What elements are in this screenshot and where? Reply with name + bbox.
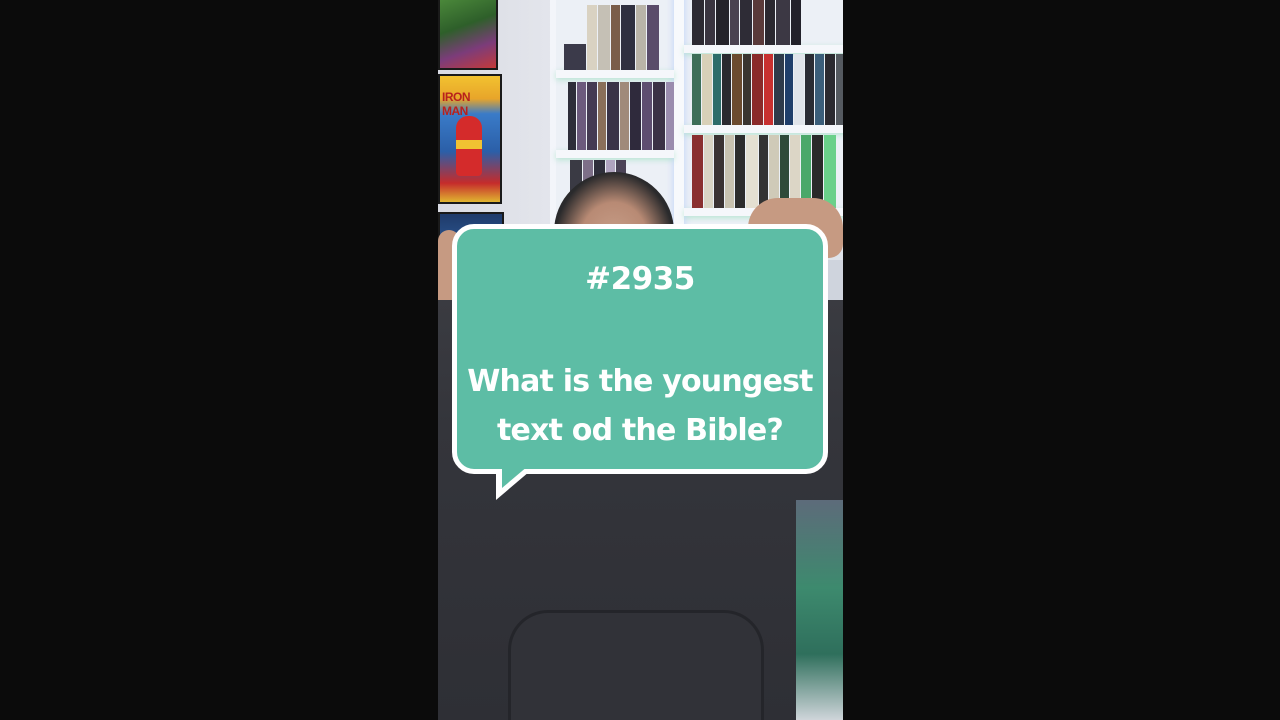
- poster-title: IRON MAN: [442, 90, 471, 118]
- shelf-board: [556, 70, 674, 78]
- shelf-board: [684, 125, 843, 133]
- book-row: [692, 135, 837, 208]
- poster-figure: [456, 116, 482, 176]
- question-line: What is the youngest: [467, 364, 813, 399]
- letterbox-left: [0, 0, 438, 720]
- hoodie-pocket: [508, 610, 764, 720]
- shelf-divider: [674, 0, 684, 240]
- book-row: [692, 54, 843, 125]
- background-clutter: [796, 500, 843, 720]
- book-row: [564, 5, 660, 70]
- question-text: What is the youngest text od the Bible?: [467, 357, 813, 455]
- book-row: [692, 0, 802, 45]
- question-line: text od the Bible?: [496, 413, 784, 448]
- book-row: [568, 82, 675, 150]
- shelf-board: [684, 45, 843, 53]
- letterbox-right: [843, 0, 1280, 720]
- video-player-stage[interactable]: IRON MAN #2935 What is the youngest text…: [0, 0, 1280, 720]
- shelf-board: [556, 150, 674, 158]
- speech-bubble: #2935 What is the youngest text od the B…: [452, 224, 828, 474]
- comic-poster-iron-man: IRON MAN: [438, 74, 502, 204]
- comic-poster: [438, 0, 498, 70]
- speech-bubble-tail-fill: [502, 466, 528, 488]
- question-number: #2935: [585, 261, 695, 297]
